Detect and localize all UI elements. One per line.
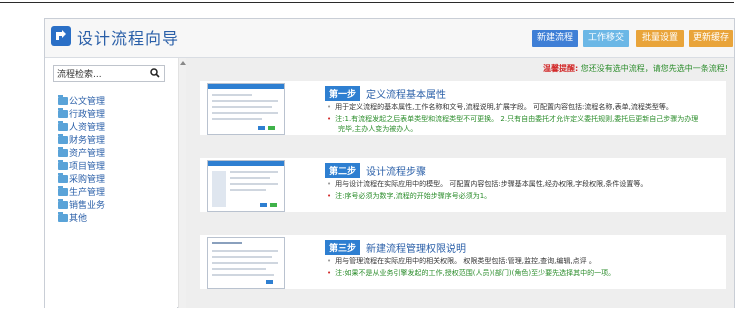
folder-icon [58,94,68,105]
step-1-thumbnail[interactable] [207,83,285,135]
tree-item-purchasing[interactable]: 采购管理 [58,172,105,185]
page-title: 设计流程向导 [77,29,180,48]
notice-label: 温馨提醒: [543,64,579,73]
tree-item-other[interactable]: 其他 [58,211,105,224]
step-1-title[interactable]: 定义流程基本属性 [366,86,446,101]
folder-icon [58,120,68,131]
step-3-note: 注:如果不是从业务引擎发起的工作,授权范围(人员)(部门)(角色)至少要先选择其… [335,269,616,277]
folder-icon [58,185,68,196]
wizard-logo-icon [51,26,71,46]
folder-icon [58,133,68,144]
tree-item-assets[interactable]: 资产管理 [58,146,105,159]
category-tree: 公文管理 行政管理 人资管理 财务管理 资产管理 项目管理 采购管理 生产管理 … [58,94,105,224]
step-2-title[interactable]: 设计流程步骤 [366,163,426,178]
sidebar: 流程检索... 公文管理 行政管理 人资管理 财务管理 资产管理 项目管理 采购… [45,58,177,308]
step-1-badge: 第一步 [325,86,361,101]
notice-text: 您还没有选中流程，请您先选中一条流程! [580,64,728,73]
step-card-1: 第一步 定义流程基本属性 • 用于定义流程的基本属性,工作名称和文号,流程说明,扩… [200,81,726,135]
search-icon[interactable] [150,68,160,78]
tree-item-official-docs[interactable]: 公文管理 [58,94,105,107]
header-bar: 设计流程向导 新建流程 工作移交 批量设置 更新缓存 [45,19,734,58]
step-card-2: 第二步 设计流程步骤 • 用与设计流程在实际应用中的模型。 可配置内容包括:步骤基… [200,158,726,212]
new-flow-button[interactable]: 新建流程 [532,30,578,47]
tree-item-projects[interactable]: 项目管理 [58,159,105,172]
work-transfer-button[interactable]: 工作移交 [583,30,629,47]
main-content: 温馨提醒: 您还没有选中流程，请您先选中一条流程! 第一步 定义流程基本属性 •… [186,58,734,308]
workflow-wizard-window: 设计流程向导 新建流程 工作移交 批量设置 更新缓存 流程检索... 公文管理 … [44,18,735,308]
tree-item-hr[interactable]: 人资管理 [58,120,105,133]
step-2-note: 注:序号必须为数字,流程的开始步骤序号必须为1。 [335,192,492,200]
step-1-note-cont: 完毕,主办人变为被办人。 [338,125,418,133]
folder-icon [58,159,68,170]
step-2-badge: 第二步 [325,163,361,178]
tree-item-admin[interactable]: 行政管理 [58,107,105,120]
search-placeholder: 流程检索... [57,70,102,80]
step-3-description: 用与管理流程在实际应用中的相关权限。 权限类型包括:管理,监控,查询,编辑,点评… [335,257,596,265]
step-1-description: 用于定义流程的基本属性,工作名称和文号,流程说明,扩展字段。 可配置内容包括:流… [335,103,673,111]
tree-item-finance[interactable]: 财务管理 [58,133,105,146]
step-3-badge: 第三步 [325,240,361,255]
folder-icon [58,211,68,222]
step-3-thumbnail[interactable] [207,237,285,289]
tree-item-sales[interactable]: 销售业务 [58,198,105,211]
folder-icon [58,172,68,183]
step-3-title[interactable]: 新建流程管理权限说明 [366,240,466,255]
refresh-cache-button[interactable]: 更新缓存 [689,30,733,47]
flow-search-input[interactable]: 流程检索... [53,65,165,82]
step-1-note: 注:1.有流程发起之后表单类型和流程类型不可更换。 2.只有自由委托才允许定义委… [335,115,699,123]
folder-icon [58,198,68,209]
folder-icon [58,107,68,118]
step-card-3: 第三步 新建流程管理权限说明 • 用与管理流程在实际应用中的相关权限。 权限类型包… [200,235,726,289]
notice-message: 温馨提醒: 您还没有选中流程，请您先选中一条流程! [543,63,728,74]
step-2-description: 用与设计流程在实际应用中的模型。 可配置内容包括:步骤基本属性,经办权限,字段权… [335,180,648,188]
tree-item-production[interactable]: 生产管理 [58,185,105,198]
batch-settings-button[interactable]: 批量设置 [636,30,684,47]
folder-icon [58,146,68,157]
top-divider [0,2,734,3]
step-2-thumbnail[interactable] [207,160,285,212]
